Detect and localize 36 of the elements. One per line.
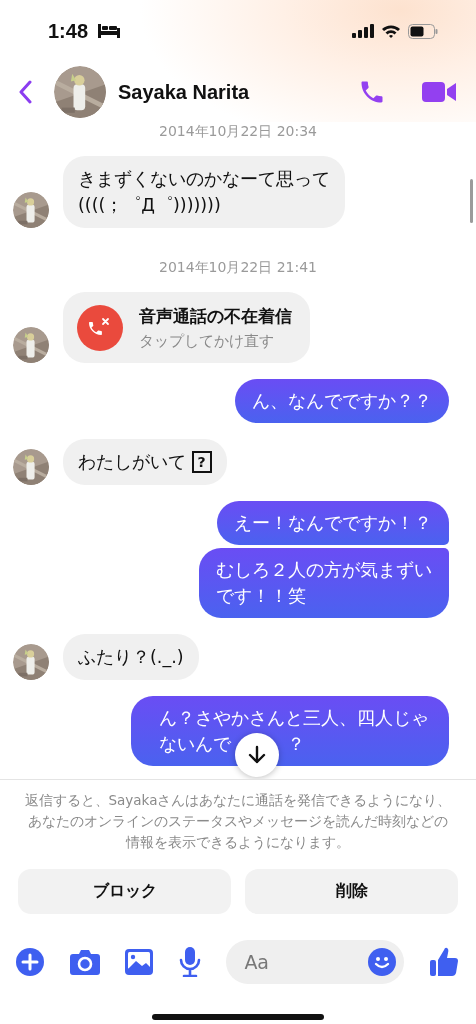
video-camera-icon[interactable] xyxy=(422,80,456,104)
bed-icon xyxy=(98,24,121,38)
message-text: ないんで xyxy=(159,734,231,754)
clock-time: 1:48 xyxy=(48,19,89,43)
wifi-icon xyxy=(381,23,401,39)
scroll-down-button[interactable] xyxy=(235,733,279,777)
action-button[interactable]: ブロック xyxy=(18,869,231,914)
missed-call-subtitle: タップしてかけ直す xyxy=(139,332,275,351)
timestamp: 2014年10月22日 20:34 xyxy=(158,123,318,139)
reply-notice: 返信すると、Sayakaさんはあなたに通話を発信できるようになり、あなたのオンラインのステータスやメッセージを読んだ時刻などの情報を表示できるようになります。 xyxy=(23,791,453,852)
camera-icon[interactable] xyxy=(69,949,100,975)
contact-name: Sayaka Narita xyxy=(118,80,251,104)
message-bubble: ん、なんでですか？？ xyxy=(235,379,449,423)
message-text: ん？さやかさんと三人、四人じゃ xyxy=(159,708,429,728)
thumbs-up-icon[interactable] xyxy=(429,947,458,977)
message-bubble: わたしがいて ? xyxy=(63,439,227,485)
missed-call-card[interactable]: 音声通話の不在着信 タップしてかけ直す xyxy=(63,292,310,363)
plus-icon[interactable] xyxy=(16,948,44,976)
message-bubble: むしろ２人の方が気まずいです！！笑 xyxy=(199,548,449,618)
missed-call-icon xyxy=(77,305,123,351)
scrollbar[interactable] xyxy=(470,179,473,223)
image-icon[interactable] xyxy=(125,949,154,975)
signal-icon xyxy=(352,24,374,38)
message-bubble: えー！なんでですか！？ xyxy=(217,501,449,545)
message-bubble: きまずくないのかなーて思って ((((；゜Д゜))))))) xyxy=(63,156,345,228)
timestamp: 2014年10月22日 21:41 xyxy=(158,259,318,275)
missed-call-title: 音声通話の不在着信 xyxy=(139,305,292,327)
microphone-icon[interactable] xyxy=(178,947,201,977)
back-icon[interactable] xyxy=(18,80,32,104)
message-input[interactable]: Aa xyxy=(226,940,405,984)
battery-icon xyxy=(408,23,438,39)
message-bubble: ふたり？(._.) xyxy=(63,634,199,680)
emoji-icon[interactable] xyxy=(368,948,397,976)
down-arrow-icon xyxy=(248,745,266,765)
message-text: ？ xyxy=(287,734,305,754)
action-button[interactable]: 削除 xyxy=(245,869,458,914)
